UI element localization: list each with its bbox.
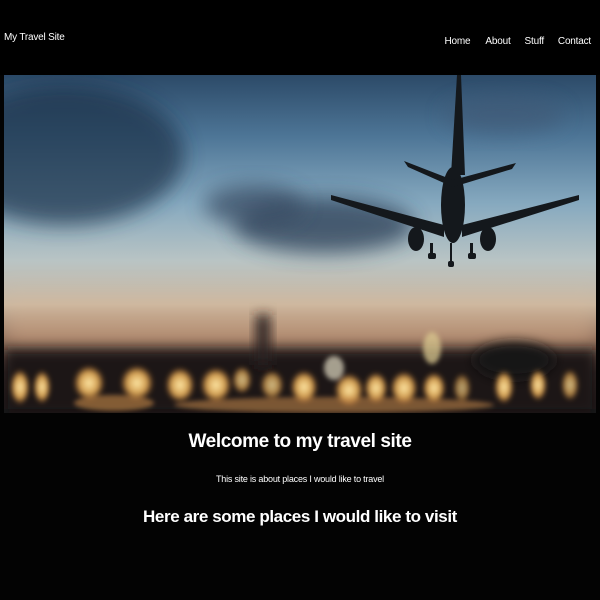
main-nav: Home About Stuff Contact <box>445 36 592 47</box>
nav-link-stuff[interactable]: Stuff <box>525 36 545 47</box>
airplane-photo <box>4 75 596 413</box>
page-subtitle: This site is about places I would like t… <box>216 474 384 484</box>
page: My Travel Site Home About Stuff Contact <box>0 0 600 600</box>
top-navbar: My Travel Site Home About Stuff Contact <box>0 0 600 75</box>
nav-link-about[interactable]: About <box>485 36 510 47</box>
nav-link-contact[interactable]: Contact <box>558 36 591 47</box>
nav-link-home[interactable]: Home <box>445 36 471 47</box>
section-heading: Here are some places I would like to vis… <box>143 507 457 526</box>
page-title: Welcome to my travel site <box>188 431 412 452</box>
hero-image <box>4 75 596 413</box>
site-brand-link[interactable]: My Travel Site <box>4 32 65 43</box>
